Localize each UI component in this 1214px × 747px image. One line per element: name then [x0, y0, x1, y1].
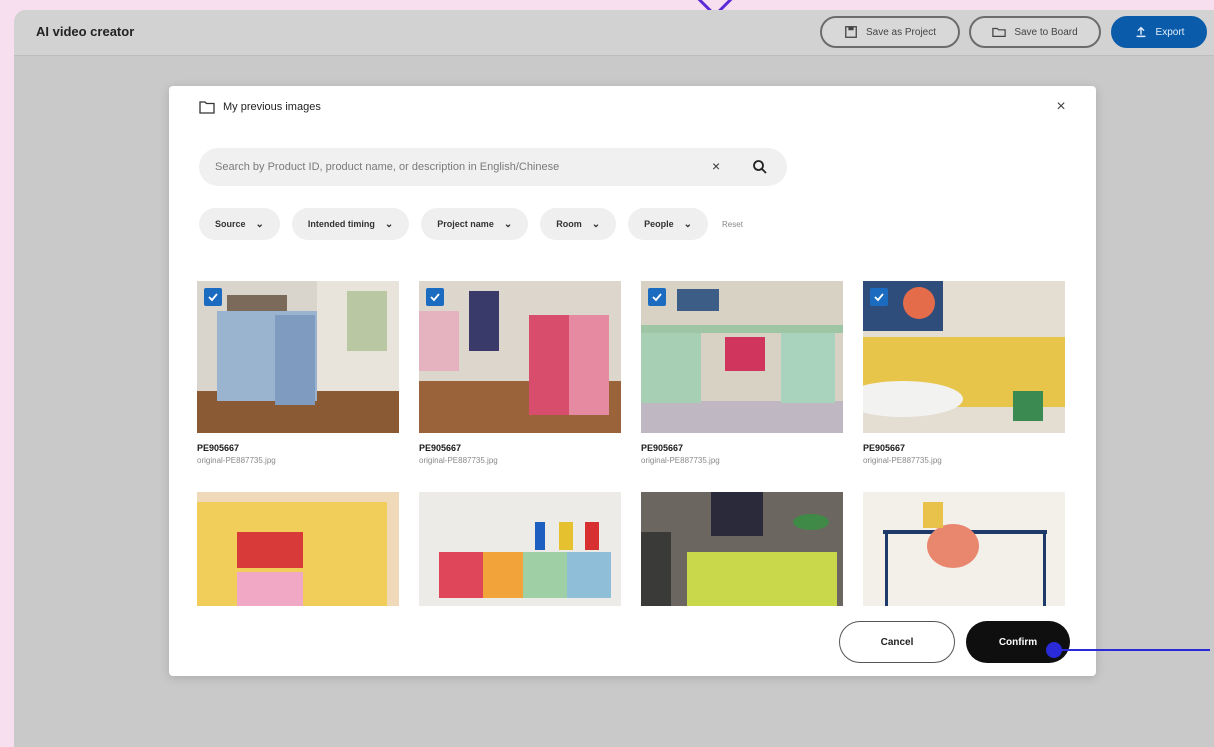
close-icon[interactable]: ×	[1052, 98, 1070, 116]
filter-label: Project name	[437, 219, 494, 229]
image-thumbnail	[419, 281, 621, 433]
image-card[interactable]	[419, 492, 621, 606]
checkbox-checked[interactable]	[204, 288, 222, 306]
search-input[interactable]	[215, 161, 685, 173]
filter-label: People	[644, 219, 674, 229]
image-thumbnail	[641, 281, 843, 433]
clear-icon[interactable]: ×	[712, 158, 720, 174]
image-card[interactable]: PE905667 original-PE887735.jpg	[863, 281, 1065, 465]
annotation-dot	[1046, 642, 1062, 658]
file-name: original-PE887735.jpg	[419, 456, 498, 465]
chevron-down-icon: ⌄	[683, 218, 693, 230]
app-title: AI video creator	[36, 24, 135, 39]
image-thumbnail	[197, 281, 399, 433]
chevron-down-icon: ⌄	[384, 218, 394, 230]
file-name: original-PE887735.jpg	[197, 456, 276, 465]
checkbox-checked[interactable]	[870, 288, 888, 306]
file-name: original-PE887735.jpg	[863, 456, 942, 465]
export-label: Export	[1155, 26, 1185, 38]
room-photo-image	[197, 492, 399, 606]
room-photo-image	[641, 492, 843, 606]
image-card[interactable]	[197, 492, 399, 606]
check-icon	[208, 293, 218, 302]
checkbox-checked[interactable]	[648, 288, 666, 306]
filter-label: Room	[556, 219, 582, 229]
folder-icon	[199, 101, 215, 114]
cancel-button[interactable]: Cancel	[839, 621, 955, 663]
save-project-button[interactable]: Save as Project	[820, 16, 960, 48]
image-picker-modal: My previous images × × Source ⌄ Intended…	[169, 86, 1096, 676]
image-card[interactable]	[641, 492, 843, 606]
upload-icon	[1136, 26, 1145, 38]
product-id: PE905667	[197, 443, 240, 453]
image-thumbnail	[197, 492, 399, 606]
product-id: PE905667	[419, 443, 462, 453]
filter-source[interactable]: Source ⌄	[199, 208, 280, 240]
export-button[interactable]: Export	[1111, 16, 1207, 48]
room-photo-image	[419, 492, 621, 606]
search-bar: ×	[199, 148, 787, 186]
image-grid: PE905667 original-PE887735.jpg PE905667 …	[197, 281, 1067, 606]
image-card[interactable]	[863, 492, 1065, 606]
check-icon	[430, 293, 440, 302]
room-photo-image	[863, 281, 1065, 433]
room-photo-image	[641, 281, 843, 433]
filter-project-name[interactable]: Project name ⌄	[421, 208, 529, 240]
image-card[interactable]: PE905667 original-PE887735.jpg	[641, 281, 843, 465]
image-card[interactable]: PE905667 original-PE887735.jpg	[197, 281, 399, 465]
image-card[interactable]: PE905667 original-PE887735.jpg	[419, 281, 621, 465]
chevron-down-icon: ⌄	[503, 218, 513, 230]
check-icon	[874, 293, 884, 302]
save-project-label: Save as Project	[865, 26, 937, 38]
filter-intended-timing[interactable]: Intended timing ⌄	[291, 208, 410, 240]
room-photo-image	[419, 281, 621, 433]
filter-bar: Source ⌄ Intended timing ⌄ Project name …	[199, 208, 743, 240]
search-icon[interactable]	[752, 159, 768, 175]
product-id: PE905667	[641, 443, 684, 453]
modal-title: My previous images	[223, 101, 321, 113]
chevron-down-icon: ⌄	[255, 218, 264, 230]
chevron-down-icon: ⌄	[591, 218, 601, 230]
room-photo-image	[197, 281, 399, 433]
filter-label: Intended timing	[307, 219, 375, 229]
checkbox-checked[interactable]	[426, 288, 444, 306]
image-thumbnail	[863, 281, 1065, 433]
check-icon	[652, 293, 662, 302]
app-header: AI video creator Save as Project Save to…	[14, 10, 1214, 56]
filter-people[interactable]: People ⌄	[628, 208, 709, 240]
annotation-line	[1060, 649, 1210, 651]
image-thumbnail	[419, 492, 621, 606]
folder-icon	[992, 27, 1007, 37]
image-thumbnail	[641, 492, 843, 606]
filter-room[interactable]: Room ⌄	[540, 208, 617, 240]
image-thumbnail	[863, 492, 1065, 606]
filter-label: Source	[215, 219, 246, 229]
save-icon	[845, 26, 857, 38]
file-name: original-PE887735.jpg	[641, 456, 720, 465]
save-board-label: Save to Board	[1014, 26, 1078, 38]
save-board-button[interactable]: Save to Board	[969, 16, 1101, 48]
room-photo-image	[863, 492, 1065, 606]
modal-header: My previous images	[199, 100, 321, 114]
reset-filters-link[interactable]: Reset	[722, 220, 743, 229]
product-id: PE905667	[863, 443, 906, 453]
